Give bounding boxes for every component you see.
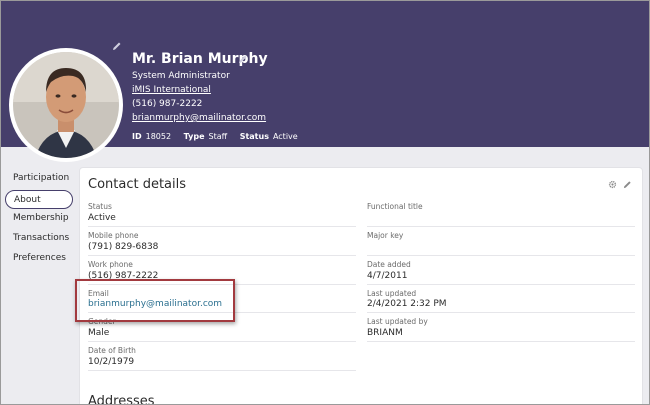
id-value: 18052 <box>145 132 172 141</box>
date-added-value: 4/7/2011 <box>367 271 408 281</box>
mobile-phone-value: (791) 829-6838 <box>88 242 159 252</box>
profile-header: Mr. Brian Murphy System Administrator iM… <box>1 1 649 162</box>
major-key-label: Major key <box>367 231 404 240</box>
divider <box>367 284 635 285</box>
divider <box>367 341 635 342</box>
divider <box>88 341 356 342</box>
nav-item-membership[interactable]: Membership <box>5 209 73 228</box>
edit-photo-pencil-icon[interactable] <box>112 41 122 51</box>
gender-value: Male <box>88 328 110 338</box>
divider <box>367 255 635 256</box>
date-of-birth-value: 10/2/1979 <box>88 357 135 367</box>
addresses-section-title: Addresses <box>88 394 155 405</box>
last-updated-value: 2/4/2021 2:32 PM <box>367 299 447 309</box>
profile-email-link[interactable]: brianmurphy@mailinator.com <box>132 113 266 123</box>
status-field-value: Active <box>88 213 116 223</box>
status-label: Status <box>239 132 269 141</box>
nav-item-participation[interactable]: Participation <box>5 169 73 188</box>
profile-title: System Administrator <box>132 71 230 81</box>
profile-meta: ID 18052 Type Staff Status Active <box>132 132 308 141</box>
pencil-icon[interactable] <box>623 180 632 189</box>
date-added-label: Date added <box>367 260 411 269</box>
avatar-photo <box>13 52 119 158</box>
divider <box>88 226 356 227</box>
app-frame: Mr. Brian Murphy System Administrator iM… <box>0 0 650 405</box>
profile-phone: (516) 987-2222 <box>132 99 203 109</box>
card-actions <box>608 180 632 189</box>
divider <box>367 226 635 227</box>
divider <box>88 370 356 371</box>
type-value: Staff <box>208 132 228 141</box>
nav-item-transactions[interactable]: Transactions <box>5 229 73 248</box>
divider <box>367 312 635 313</box>
status-value: Active <box>272 132 298 141</box>
date-of-birth-label: Date of Birth <box>88 346 136 355</box>
functional-title-label: Functional title <box>367 202 423 211</box>
mobile-phone-label: Mobile phone <box>88 231 139 240</box>
gear-icon[interactable] <box>608 180 617 189</box>
edit-name-pencil-icon[interactable] <box>238 54 248 64</box>
type-label: Type <box>183 132 205 141</box>
email-highlight-box <box>75 279 235 322</box>
profile-organization-link[interactable]: iMIS International <box>132 85 211 95</box>
last-updated-label: Last updated <box>367 289 417 298</box>
nav-item-preferences[interactable]: Preferences <box>5 249 73 268</box>
divider <box>88 255 356 256</box>
avatar[interactable] <box>9 48 123 162</box>
work-phone-label: Work phone <box>88 260 133 269</box>
contact-details-title: Contact details <box>88 177 187 192</box>
id-label: ID <box>132 132 142 141</box>
status-field-label: Status <box>88 202 112 211</box>
last-updated-by-label: Last updated by <box>367 317 428 326</box>
last-updated-by-value: BRIANM <box>367 328 403 338</box>
nav-item-about[interactable]: About <box>5 190 73 209</box>
